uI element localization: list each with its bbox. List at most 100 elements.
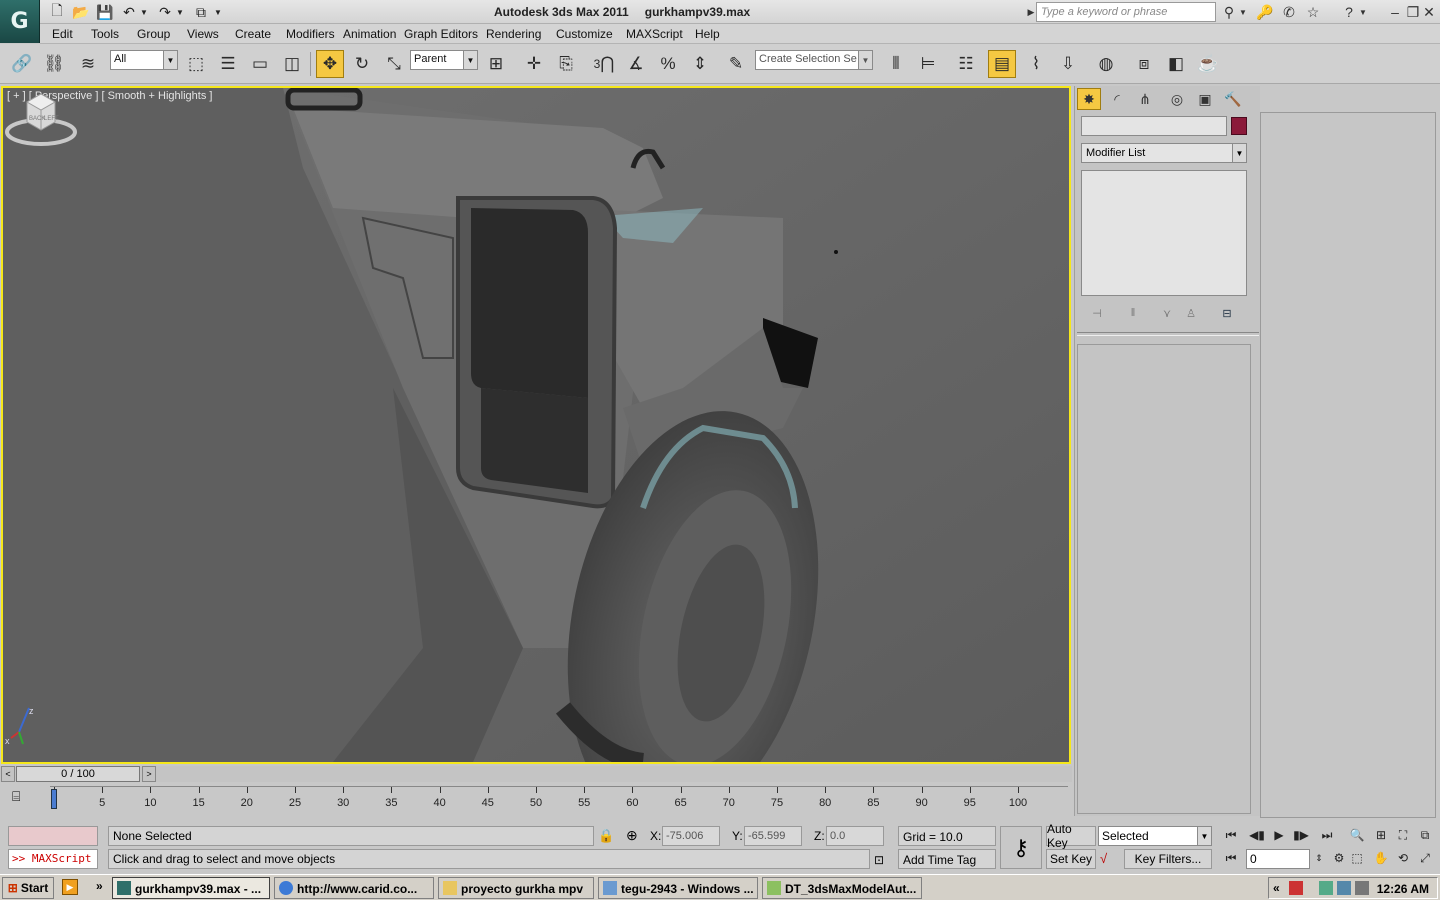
edit-named-selection-icon[interactable]: ✎ xyxy=(722,50,750,78)
clock[interactable]: 12:26 AM xyxy=(1377,882,1429,896)
perspective-viewport[interactable]: z x [ + ] [ Perspective ] [ Smooth + Hig… xyxy=(1,86,1071,764)
layer-manager-icon[interactable]: ☷ xyxy=(952,50,980,78)
current-frame-marker[interactable] xyxy=(51,789,57,809)
menu-edit[interactable]: Edit xyxy=(52,27,73,41)
tray-flag-icon[interactable] xyxy=(1289,881,1303,895)
utilities-tab-icon[interactable]: 🔨 xyxy=(1221,88,1245,110)
modify-tab-icon[interactable]: ◜ xyxy=(1105,88,1129,110)
subscription-icon[interactable]: 🔑 xyxy=(1256,3,1274,21)
schematic-view-icon[interactable]: ⇩ xyxy=(1054,50,1082,78)
pivot-center-icon[interactable]: ⊞ xyxy=(482,50,510,78)
quick-access-dropdown-icon[interactable]: ▼ xyxy=(212,3,224,21)
app-menu-button[interactable]: G xyxy=(0,0,40,43)
keyboard-shortcut-override-icon[interactable]: ⎘ xyxy=(552,50,580,78)
make-unique-icon[interactable]: ⋎ xyxy=(1157,304,1177,322)
y-coordinate-field[interactable]: -65.599 xyxy=(744,826,802,846)
key-mode-toggle-icon[interactable]: ⏮ xyxy=(1220,849,1242,867)
window-crossing-icon[interactable]: ◫ xyxy=(278,50,306,78)
zoom-extents-all-icon[interactable]: ⧉ xyxy=(1414,826,1436,844)
open-file-icon[interactable]: 📂 xyxy=(72,3,90,21)
spinner-snap-icon[interactable]: ⇕ xyxy=(686,50,714,78)
tray-network-icon[interactable] xyxy=(1319,881,1333,895)
rectangular-selection-icon[interactable]: ▭ xyxy=(246,50,274,78)
select-and-manipulate-icon[interactable]: ✛ xyxy=(520,50,548,78)
task-3dsmax[interactable]: gurkhampv39.max - ... xyxy=(112,877,270,899)
menu-rendering[interactable]: Rendering xyxy=(486,27,541,41)
render-production-icon[interactable]: ☕ xyxy=(1194,50,1222,78)
close-icon[interactable]: ✕ xyxy=(1420,3,1438,21)
key-filters-button[interactable]: Key Filters... xyxy=(1124,849,1212,869)
menu-maxscript[interactable]: MAXScript xyxy=(626,27,683,41)
menu-create[interactable]: Create xyxy=(235,27,271,41)
next-key-icon[interactable]: ▮▶ xyxy=(1290,826,1312,844)
select-and-link-icon[interactable]: 🔗 xyxy=(8,50,36,78)
graphite-ribbon-icon[interactable]: ▤ xyxy=(988,50,1016,78)
previous-key-icon[interactable]: ◀▮ xyxy=(1246,826,1268,844)
undo-dropdown-icon[interactable]: ▼ xyxy=(138,3,150,21)
object-name-field[interactable] xyxy=(1081,116,1227,136)
z-coordinate-field[interactable]: 0.0 xyxy=(826,826,884,846)
media-player-icon[interactable]: ▶ xyxy=(62,879,78,895)
modifier-stack[interactable] xyxy=(1081,170,1247,296)
undo-icon[interactable]: ↶ xyxy=(120,3,138,21)
rendered-frame-window-icon[interactable]: ◧ xyxy=(1162,50,1190,78)
object-color-swatch[interactable] xyxy=(1231,117,1247,135)
viewport-scene[interactable]: z x xyxy=(3,88,1069,762)
frame-spinner-icon[interactable]: ⇕ xyxy=(1312,849,1326,867)
favorites-star-icon[interactable]: ☆ xyxy=(1304,3,1322,21)
redo-icon[interactable]: ↷ xyxy=(156,3,174,21)
task-browser[interactable]: http://www.carid.co... xyxy=(274,877,434,899)
selection-filter-dropdown[interactable]: All ▼ xyxy=(110,50,178,70)
viewcube-icon[interactable]: BACK LEFT xyxy=(3,88,79,148)
bind-to-space-warp-icon[interactable]: ≋ xyxy=(74,50,102,78)
snaps-toggle-icon[interactable]: 3 ⋂ xyxy=(590,50,618,78)
help-icon[interactable]: ? xyxy=(1340,3,1358,21)
menu-help[interactable]: Help xyxy=(695,27,720,41)
project-folder-icon[interactable]: ⧉ xyxy=(192,3,210,21)
maxscript-listener[interactable]: >> MAXScript xyxy=(8,849,98,869)
curve-editor-mini-icon[interactable]: ⌸ xyxy=(12,788,20,805)
absolute-mode-icon[interactable]: ⊕ xyxy=(626,827,638,844)
display-tab-icon[interactable]: ▣ xyxy=(1193,88,1217,110)
modifier-list-dropdown[interactable]: Modifier List ▼ xyxy=(1081,143,1247,163)
pin-stack-icon[interactable]: ⊣ xyxy=(1087,304,1107,322)
menu-views[interactable]: Views xyxy=(187,27,219,41)
zoom-all-icon[interactable]: ⊞ xyxy=(1370,826,1392,844)
start-button[interactable]: ⊞ Start xyxy=(2,877,54,899)
menu-tools[interactable]: Tools xyxy=(91,27,119,41)
zoom-icon[interactable]: 🔍 xyxy=(1346,826,1368,844)
configure-modifier-sets-icon[interactable]: ⊟ xyxy=(1217,304,1237,322)
track-ruler[interactable]: 0510152025303540455055606570758085909510… xyxy=(50,786,1068,812)
menu-graph-editors[interactable]: Graph Editors xyxy=(404,27,478,41)
play-icon[interactable]: ▶ xyxy=(1268,826,1290,844)
named-selection-dropdown[interactable]: Create Selection Se ▼ xyxy=(755,50,873,70)
save-icon[interactable]: 💾 xyxy=(96,3,114,21)
binoculars-icon[interactable]: ⚲ xyxy=(1220,3,1238,21)
menu-customize[interactable]: Customize xyxy=(556,27,613,41)
zoom-extents-icon[interactable]: ⛶ xyxy=(1392,826,1414,844)
current-frame-field[interactable]: 0 xyxy=(1246,849,1310,869)
reference-coordinate-dropdown[interactable]: Parent ▼ xyxy=(410,50,478,70)
go-to-end-icon[interactable]: ⏭ xyxy=(1316,826,1338,844)
set-keys-key-icon[interactable]: ⚷ xyxy=(1000,826,1042,869)
time-slider-thumb[interactable]: 0 / 100 xyxy=(16,766,140,782)
track-bar[interactable]: ⌸ 05101520253035404550556065707580859095… xyxy=(0,784,1072,820)
task-image-viewer[interactable]: tegu-2943 - Windows ... xyxy=(598,877,758,899)
angle-snap-icon[interactable]: ∡ xyxy=(622,50,650,78)
add-time-tag-button[interactable]: Add Time Tag xyxy=(898,849,996,869)
curve-editor-icon[interactable]: ⌇ xyxy=(1022,50,1050,78)
select-object-icon[interactable]: ⬚ xyxy=(182,50,210,78)
previous-frame-arrow[interactable]: < xyxy=(1,766,15,782)
selection-lock-icon[interactable]: 🔒 xyxy=(598,828,614,844)
motion-tab-icon[interactable]: ◎ xyxy=(1165,88,1189,110)
remove-modifier-icon[interactable]: ♙ xyxy=(1181,304,1201,322)
maxscript-listener-top[interactable] xyxy=(8,826,98,846)
tray-expand-chevron[interactable]: « xyxy=(1273,881,1280,895)
time-tag-icon[interactable]: ⊡ xyxy=(874,853,884,867)
mirror-icon[interactable]: ⫴ xyxy=(882,50,910,78)
x-coordinate-field[interactable]: -75.006 xyxy=(662,826,720,846)
align-icon[interactable]: ⊨ xyxy=(914,50,942,78)
pan-view-icon[interactable]: ✋ xyxy=(1370,849,1392,867)
menu-modifiers[interactable]: Modifiers xyxy=(286,27,335,41)
zoom-region-icon[interactable]: ⬚ xyxy=(1346,849,1368,867)
